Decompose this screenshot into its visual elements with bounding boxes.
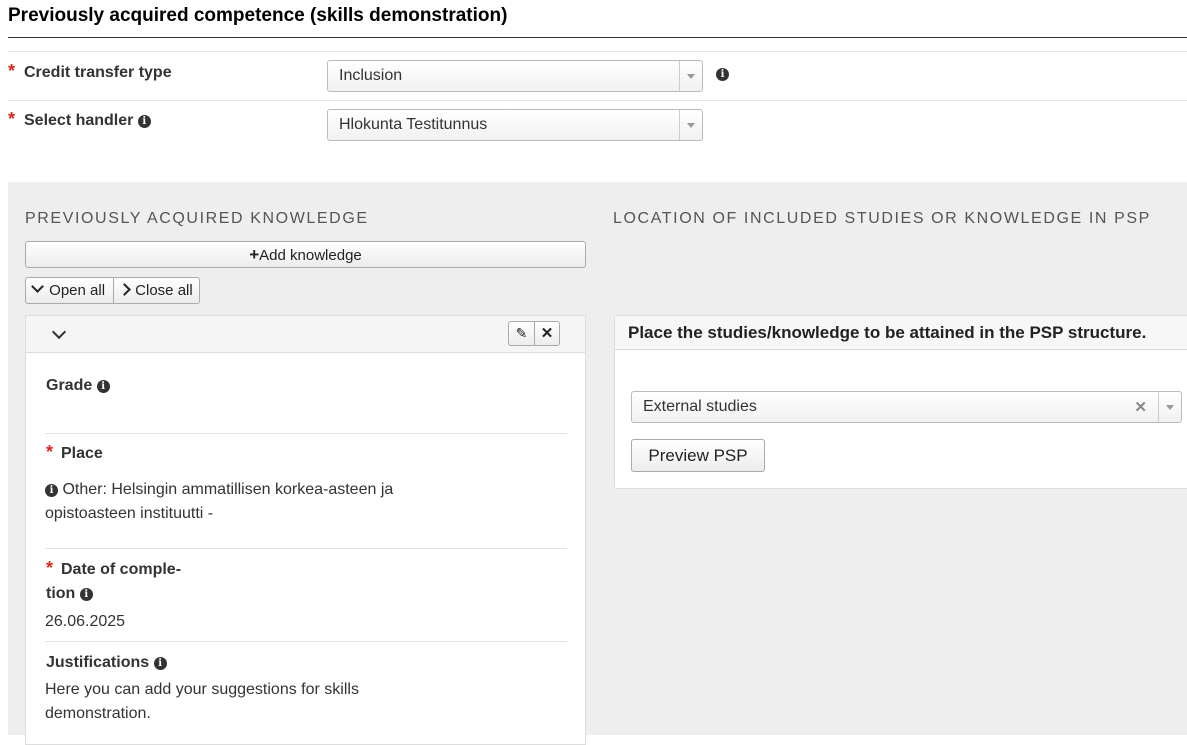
info-icon[interactable]: i	[79, 588, 93, 601]
close-icon: ✕	[540, 325, 554, 342]
justifications-label-text: Justifications	[46, 654, 150, 671]
close-all-label: Close all	[135, 282, 193, 299]
add-knowledge-button[interactable]: +Add knowledge	[25, 241, 586, 268]
date-label: tion i	[46, 585, 93, 603]
plus-icon: +	[249, 245, 260, 264]
handler-select[interactable]: Hlokunta Testitunnus	[327, 109, 703, 141]
delete-button[interactable]: ✕	[534, 321, 560, 346]
chevron-down-icon	[31, 280, 44, 293]
info-icon[interactable]: i	[716, 68, 729, 81]
field-divider	[45, 548, 567, 549]
preview-psp-button[interactable]: Preview PSP	[631, 439, 765, 472]
chevron-down-icon	[687, 123, 695, 128]
dropdown-toggle[interactable]	[679, 110, 702, 140]
place-value: i Other: Helsingin ammatillisen korkea-a…	[45, 478, 565, 526]
chevron-down-icon	[1166, 405, 1174, 410]
pencil-icon: ✎	[515, 325, 528, 341]
psp-location-panel-header: Place the studies/knowledge to be attain…	[615, 316, 1187, 350]
clear-icon[interactable]: ✕	[1134, 398, 1147, 416]
info-icon[interactable]: i	[137, 115, 151, 128]
title-divider	[8, 37, 1187, 38]
grade-label-text: Grade	[46, 377, 93, 394]
chevron-right-icon	[118, 283, 131, 296]
credit-transfer-type-select[interactable]: Inclusion	[327, 60, 703, 92]
required-marker: *	[8, 61, 16, 81]
row-divider	[8, 51, 1187, 52]
row-divider	[8, 100, 1187, 101]
knowledge-item-header: ✎ ✕	[26, 316, 585, 353]
date-label-line1: Date of comple-	[61, 561, 182, 578]
justifications-line1: Here you can add your suggestions for sk…	[45, 681, 359, 698]
psp-location-select[interactable]: External studies ✕	[631, 391, 1182, 423]
justifications-line2: demonstration.	[45, 705, 151, 722]
place-label: Place	[61, 445, 103, 462]
edit-button[interactable]: ✎	[508, 321, 535, 346]
close-all-button[interactable]: Close all	[113, 277, 200, 304]
page-title: Previously acquired competence (skills d…	[8, 5, 508, 26]
place-value-line1: Other: Helsingin ammatillisen korkea-ast…	[62, 481, 394, 498]
previously-acquired-knowledge-heading: PREVIOUSLY ACQUIRED KNOWLEDGE	[25, 210, 369, 227]
chevron-down-icon[interactable]	[51, 324, 67, 340]
psp-location-panel: Place the studies/knowledge to be attain…	[614, 315, 1187, 489]
justifications-value: Here you can add your suggestions for sk…	[45, 678, 565, 726]
required-marker: *	[8, 109, 16, 129]
grade-label: Grade i	[46, 377, 110, 395]
required-marker: *	[46, 558, 54, 578]
open-all-button[interactable]: Open all	[25, 277, 114, 304]
knowledge-item-panel: ✎ ✕ Grade i * Place i Other: Helsingin a…	[25, 315, 586, 745]
info-icon[interactable]: i	[153, 657, 167, 670]
date-value: 26.06.2025	[45, 613, 126, 630]
chevron-down-icon	[687, 74, 695, 79]
dropdown-toggle[interactable]	[1158, 392, 1181, 422]
psp-panel-title: Place the studies/knowledge to be attain…	[628, 323, 1147, 342]
info-icon[interactable]: i	[45, 484, 58, 497]
select-handler-label-text: Select handler	[24, 112, 134, 129]
add-knowledge-label: Add knowledge	[259, 247, 362, 264]
info-icon[interactable]: i	[96, 380, 110, 393]
dropdown-toggle[interactable]	[679, 61, 702, 91]
credit-transfer-type-label: Credit transfer type	[24, 64, 172, 81]
place-value-line2: opistoasteen instituutti -	[45, 505, 214, 522]
open-all-label: Open all	[49, 282, 106, 299]
psp-location-heading: LOCATION OF INCLUDED STUDIES OR KNOWLEDG…	[613, 210, 1151, 227]
select-handler-label: Select handler i	[24, 112, 151, 130]
psp-location-value: External studies	[643, 398, 757, 415]
justifications-label: Justifications i	[46, 654, 167, 672]
field-divider	[45, 641, 567, 642]
handler-value: Hlokunta Testitunnus	[339, 116, 488, 133]
required-marker: *	[46, 442, 54, 462]
date-label-line2: tion	[46, 585, 76, 602]
credit-transfer-type-value: Inclusion	[339, 67, 403, 84]
field-divider	[45, 433, 567, 434]
